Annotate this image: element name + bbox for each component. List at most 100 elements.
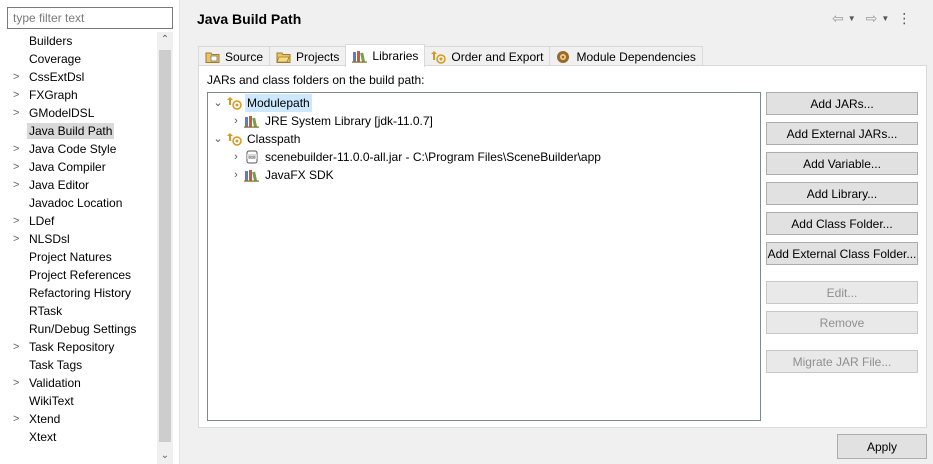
migrate-jar-file-button[interactable]: Migrate JAR File... <box>766 350 918 373</box>
add-variable-button[interactable]: Add Variable... <box>766 152 918 175</box>
tab-source[interactable]: Source <box>198 46 271 67</box>
page-title: Java Build Path <box>197 11 302 27</box>
tree-item-coverage[interactable]: Coverage <box>7 50 157 68</box>
tree-item-label: Project References <box>29 268 132 282</box>
tree-item-javadoc-location[interactable]: Javadoc Location <box>7 194 157 212</box>
modulepath-icon <box>227 97 242 110</box>
tree-item-label: Javadoc Location <box>29 196 123 210</box>
tab-module-dependencies[interactable]: Module Dependencies <box>549 46 703 67</box>
build-path-tabs: Source Projects Libraries Order and Expo… <box>198 44 703 67</box>
edit-button[interactable]: Edit... <box>766 281 918 304</box>
chevron-right-icon[interactable]: > <box>13 374 23 392</box>
tree-item-xtext[interactable]: Xtext <box>7 428 157 446</box>
tree-item-cssextdsl[interactable]: > CssExtDsl <box>7 68 157 86</box>
scroll-up-icon[interactable]: ⌃ <box>157 32 173 48</box>
forward-arrow-icon[interactable]: ⇨ <box>866 10 878 27</box>
chevron-right-icon[interactable]: > <box>13 230 23 248</box>
back-arrow-icon[interactable]: ⇦ <box>832 10 844 27</box>
apply-button[interactable]: Apply <box>837 434 927 459</box>
chevron-right-icon <box>13 122 23 140</box>
tree-row-modulepath[interactable]: ⌄ Modulepath <box>212 94 312 112</box>
add-library-button[interactable]: Add Library... <box>766 182 918 205</box>
chevron-right-icon[interactable]: > <box>13 338 23 356</box>
tree-item-label: Xtend <box>29 412 61 426</box>
tree-item-label: FXGraph <box>29 88 78 102</box>
chevron-down-icon[interactable]: ⌄ <box>212 130 224 148</box>
vertical-scrollbar[interactable]: ⌃ ⌄ <box>157 32 173 464</box>
tree-item-label: Coverage <box>29 52 82 66</box>
chevron-right-icon[interactable]: > <box>13 176 23 194</box>
chevron-right-icon[interactable]: > <box>13 158 23 176</box>
chevron-right-icon[interactable]: > <box>13 86 23 104</box>
tree-item-label: GModelDSL <box>29 106 95 120</box>
tree-item-rtask[interactable]: RTask <box>7 302 157 320</box>
chevron-right-icon[interactable]: > <box>13 212 23 230</box>
tree-item-label: Run/Debug Settings <box>29 322 137 336</box>
tree-item-gmodeldsl[interactable]: > GModelDSL <box>7 104 157 122</box>
tree-item-java-editor[interactable]: > Java Editor <box>7 176 157 194</box>
chevron-right-icon[interactable]: › <box>230 148 242 166</box>
tree-row-jre-system-library[interactable]: › JRE System Library [jdk-11.0.7] <box>230 112 435 130</box>
tree-item-ldef[interactable]: > LDef <box>7 212 157 230</box>
tree-item-validation[interactable]: > Validation <box>7 374 157 392</box>
panel-description: JARs and class folders on the build path… <box>207 73 425 87</box>
tree-row-scenebuilder-jar[interactable]: › 010 scenebuilder-11.0.0-all.jar - C:\P… <box>230 148 603 166</box>
tree-item-project-natures[interactable]: Project Natures <box>7 248 157 266</box>
tree-item-java-code-style[interactable]: > Java Code Style <box>7 140 157 158</box>
chevron-right-icon[interactable]: > <box>13 410 23 428</box>
chevron-right-icon[interactable]: > <box>13 104 23 122</box>
tree-item-wikitext[interactable]: WikiText <box>7 392 157 410</box>
tree-item-label: Project Natures <box>29 250 112 264</box>
add-external-jars-button[interactable]: Add External JARs... <box>766 122 918 145</box>
build-path-tree[interactable]: ⌄ Modulepath › JRE System Library [jdk-1… <box>207 92 761 421</box>
add-class-folder-button[interactable]: Add Class Folder... <box>766 212 918 235</box>
tree-item-builders[interactable]: Builders <box>7 32 157 50</box>
library-icon <box>244 116 259 128</box>
tree-item-label: Java Compiler <box>29 160 106 174</box>
view-menu-icon[interactable]: ⋮ <box>897 10 911 27</box>
chevron-right-icon <box>13 356 23 374</box>
remove-button[interactable]: Remove <box>766 311 918 334</box>
tree-item-run-debug-settings[interactable]: Run/Debug Settings <box>7 320 157 338</box>
dropdown-icon[interactable]: ▼ <box>848 14 856 23</box>
chevron-right-icon <box>13 248 23 266</box>
tree-item-fxgraph[interactable]: > FXGraph <box>7 86 157 104</box>
tree-item-java-build-path[interactable]: Java Build Path <box>7 122 157 140</box>
tree-item-label: Java Code Style <box>29 142 117 156</box>
chevron-down-icon[interactable]: ⌄ <box>212 94 224 112</box>
dropdown-icon[interactable]: ▼ <box>881 14 889 23</box>
tree-item-label: Java Editor <box>29 178 90 192</box>
chevron-right-icon[interactable]: › <box>230 166 242 184</box>
chevron-right-icon[interactable]: > <box>13 140 23 158</box>
tree-item-label: RTask <box>29 304 63 318</box>
filter-input[interactable] <box>7 7 173 29</box>
chevron-right-icon <box>13 320 23 338</box>
libraries-icon <box>352 51 368 63</box>
tree-item-nlsdsl[interactable]: > NLSDsl <box>7 230 157 248</box>
tree-row-javafx-sdk[interactable]: › JavaFX SDK <box>230 166 336 184</box>
tree-item-label: Task Tags <box>29 358 83 372</box>
pane-splitter[interactable] <box>179 0 183 464</box>
chevron-right-icon <box>13 194 23 212</box>
tab-libraries[interactable]: Libraries <box>345 44 426 67</box>
scrollbar-thumb[interactable] <box>159 50 171 442</box>
tree-item-java-compiler[interactable]: > Java Compiler <box>7 158 157 176</box>
chevron-right-icon[interactable]: › <box>230 112 242 130</box>
jar-icon: 010 <box>246 150 258 164</box>
header-nav-toolbar: ⇦ ▼ ⇨ ▼ ⋮ <box>832 10 911 27</box>
tree-item-label: Refactoring History <box>29 286 132 300</box>
tree-item-task-tags[interactable]: Task Tags <box>7 356 157 374</box>
tree-item-xtend[interactable]: > Xtend <box>7 410 157 428</box>
tab-order-and-export[interactable]: Order and Export <box>424 46 551 67</box>
tree-item-task-repository[interactable]: > Task Repository <box>7 338 157 356</box>
scroll-down-icon[interactable]: ⌄ <box>157 448 173 464</box>
tab-label: Libraries <box>372 49 419 63</box>
tab-projects[interactable]: Projects <box>269 46 347 67</box>
tree-item-refactoring-history[interactable]: Refactoring History <box>7 284 157 302</box>
add-external-class-folder-button[interactable]: Add External Class Folder... <box>766 242 918 265</box>
chevron-right-icon[interactable]: > <box>13 68 23 86</box>
tree-item-project-references[interactable]: Project References <box>7 266 157 284</box>
add-jars-button[interactable]: Add JARs... <box>766 92 918 115</box>
tree-row-classpath[interactable]: ⌄ Classpath <box>212 130 302 148</box>
chevron-right-icon <box>13 266 23 284</box>
